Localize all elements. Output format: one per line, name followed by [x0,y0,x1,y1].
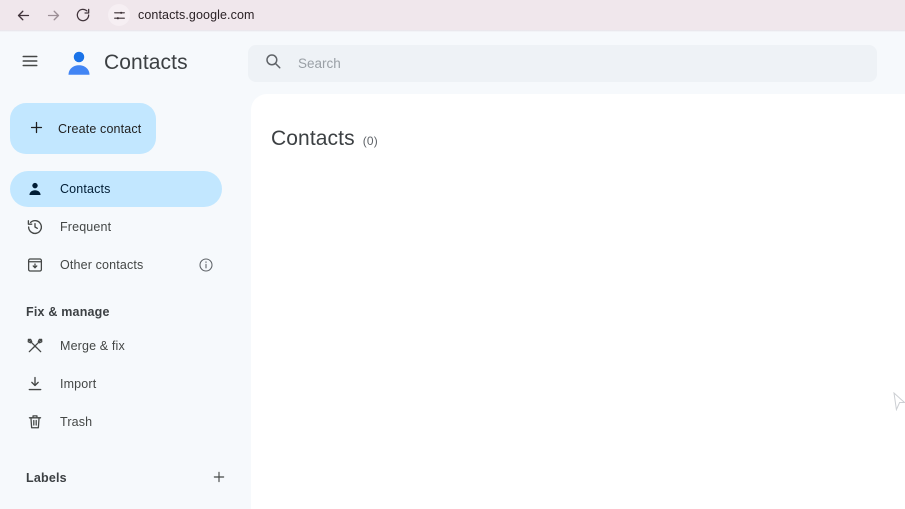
url-text: contacts.google.com [138,8,255,22]
download-icon [26,375,44,393]
sidebar-item-import[interactable]: Import [10,366,222,402]
trash-bin-icon [26,413,44,431]
sidebar-item-label: Other contacts [60,258,144,272]
sidebar-item-merge-fix[interactable]: Merge & fix [10,328,222,364]
sidebar-nav: Contacts Frequent Other contacts Fix & m… [0,171,251,491]
reload-button[interactable] [68,2,98,28]
sidebar-item-other-contacts[interactable]: Other contacts [10,247,222,283]
reload-icon [75,7,91,23]
sidebar-item-label: Merge & fix [60,339,125,353]
section-title-fix-manage: Fix & manage [26,305,110,319]
main-content: Contacts (0) [251,94,905,509]
app-root: contacts.google.com Contacts Search Crea… [0,0,905,509]
box-download-icon [26,256,44,274]
arrow-left-icon [15,7,32,24]
browser-toolbar: contacts.google.com [0,0,905,30]
hamburger-menu-button[interactable] [10,43,50,83]
history-clock-icon [26,218,44,236]
plus-icon [28,119,45,139]
sidebar-item-label: Frequent [60,220,112,234]
sidebar-item-contacts[interactable]: Contacts [10,171,222,207]
create-contact-label: Create contact [58,121,142,136]
forward-button[interactable] [38,2,68,28]
back-button[interactable] [8,2,38,28]
contacts-person-logo-icon [64,48,94,78]
arrow-right-icon [45,7,62,24]
page-title: Contacts [104,51,188,74]
sidebar-item-label: Contacts [60,182,111,196]
sidebar-item-trash[interactable]: Trash [10,404,222,440]
person-icon [26,180,44,198]
labels-section: Labels [26,465,238,491]
contacts-heading: Contacts [271,127,355,150]
create-label-button[interactable] [206,465,232,491]
search-icon [264,52,282,75]
info-circle-icon[interactable] [198,257,214,273]
tune-sliders-icon[interactable] [108,4,130,26]
create-contact-button[interactable]: Create contact [10,103,156,154]
sidebar-item-label: Trash [60,415,93,429]
sidebar-item-label: Import [60,377,97,391]
section-title-labels: Labels [26,471,67,485]
address-bar[interactable]: contacts.google.com [104,4,905,26]
sidebar: Create contact Contacts Frequent Other c… [0,94,251,509]
contacts-heading-row: Contacts (0) [271,127,378,151]
sidebar-item-frequent[interactable]: Frequent [10,209,222,245]
search-input[interactable] [298,51,858,76]
brand-logo-group[interactable]: Contacts [64,48,188,78]
plus-icon [211,469,227,488]
merge-tools-icon [26,337,44,355]
contacts-count: (0) [362,134,378,148]
search-bar[interactable] [248,45,877,82]
hamburger-menu-icon [21,52,39,75]
